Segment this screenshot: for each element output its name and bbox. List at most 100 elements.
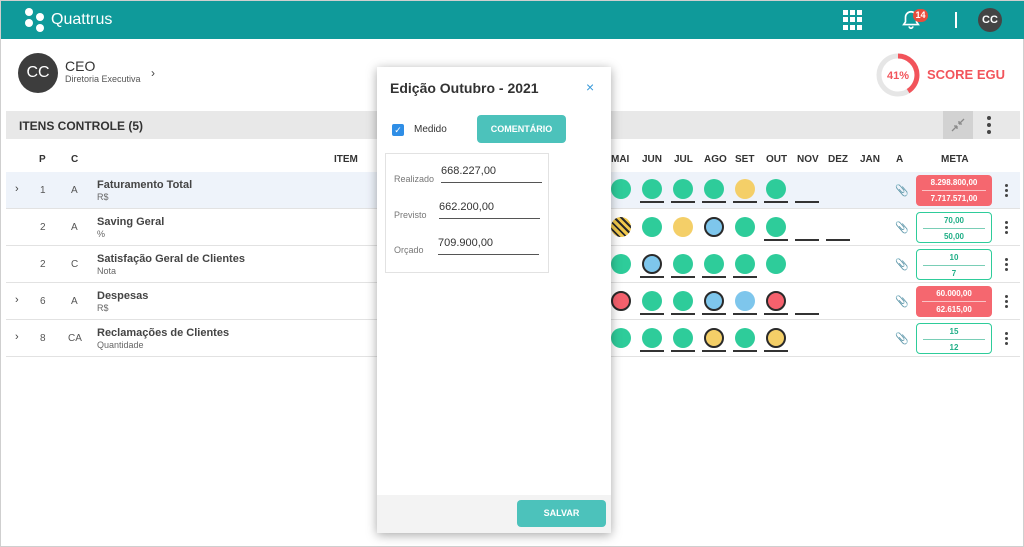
paperclip-icon[interactable]: 📎 bbox=[895, 332, 909, 345]
underline-marker bbox=[733, 276, 757, 278]
underline-marker bbox=[640, 350, 664, 352]
status-dot[interactable] bbox=[735, 217, 755, 237]
status-dot[interactable] bbox=[642, 328, 662, 348]
underline-marker bbox=[764, 313, 788, 315]
meta-badge: 70,00 50,00 bbox=[916, 212, 992, 243]
meta-target: 70,00 bbox=[943, 216, 965, 225]
user-avatar[interactable]: CC bbox=[978, 8, 1002, 32]
underline-marker bbox=[671, 201, 695, 203]
row-item-name[interactable]: Saving Geral bbox=[97, 216, 164, 228]
realizado-input[interactable]: 668.227,00 bbox=[441, 165, 496, 177]
row-class: C bbox=[71, 259, 79, 270]
row-item-name[interactable]: Despesas bbox=[97, 290, 148, 302]
status-dot[interactable] bbox=[766, 328, 786, 348]
values-panel: Realizado 668.227,00 Previsto 662.200,00… bbox=[385, 153, 549, 273]
row-more-icon[interactable] bbox=[1005, 332, 1009, 347]
status-dot[interactable] bbox=[704, 254, 724, 274]
meta-divider bbox=[923, 339, 985, 340]
status-dot[interactable] bbox=[642, 291, 662, 311]
meta-badge: 15 12 bbox=[916, 323, 992, 354]
row-class: CA bbox=[68, 333, 82, 344]
header-month-jun: JUN bbox=[642, 154, 663, 165]
underline-marker bbox=[640, 313, 664, 315]
paperclip-icon[interactable]: 📎 bbox=[895, 258, 909, 271]
paperclip-icon[interactable]: 📎 bbox=[895, 184, 909, 197]
row-more-icon[interactable] bbox=[1005, 258, 1009, 273]
status-dot[interactable] bbox=[673, 291, 693, 311]
status-dot[interactable] bbox=[704, 179, 724, 199]
collapse-button[interactable] bbox=[943, 111, 973, 139]
paperclip-icon[interactable]: 📎 bbox=[895, 295, 909, 308]
chevron-right-icon[interactable]: › bbox=[151, 66, 155, 80]
close-icon[interactable]: × bbox=[586, 79, 594, 95]
status-dot[interactable] bbox=[766, 291, 786, 311]
status-dot[interactable] bbox=[642, 217, 662, 237]
status-dot[interactable] bbox=[735, 179, 755, 199]
row-item-name[interactable]: Faturamento Total bbox=[97, 179, 192, 191]
status-dot[interactable] bbox=[642, 254, 662, 274]
meta-badge: 60.000,00 62.615,00 bbox=[916, 286, 992, 317]
header-p: P bbox=[39, 154, 46, 165]
chevron-right-icon[interactable]: › bbox=[15, 331, 19, 343]
meta-divider bbox=[923, 228, 985, 229]
meta-target: 10 bbox=[949, 253, 959, 262]
orcado-input[interactable]: 709.900,00 bbox=[438, 237, 493, 249]
header-month-nov: NOV bbox=[797, 154, 819, 165]
status-dot[interactable] bbox=[611, 217, 631, 237]
status-dot[interactable] bbox=[673, 254, 693, 274]
status-dot[interactable] bbox=[611, 254, 631, 274]
status-dot[interactable] bbox=[673, 217, 693, 237]
row-class: A bbox=[71, 222, 78, 233]
row-item-unit: % bbox=[97, 229, 106, 239]
row-more-icon[interactable] bbox=[1005, 221, 1009, 236]
status-dot[interactable] bbox=[673, 328, 693, 348]
row-item-name[interactable]: Satisfação Geral de Clientes bbox=[97, 253, 245, 265]
status-dot[interactable] bbox=[673, 179, 693, 199]
status-dot[interactable] bbox=[611, 291, 631, 311]
paperclip-icon[interactable]: 📎 bbox=[895, 221, 909, 234]
status-dot[interactable] bbox=[735, 291, 755, 311]
status-dot[interactable] bbox=[766, 179, 786, 199]
meta-target: 8.298.800,00 bbox=[930, 178, 978, 187]
meta-divider bbox=[922, 190, 986, 191]
save-button[interactable]: SALVAR bbox=[517, 500, 606, 527]
row-more-icon[interactable] bbox=[1005, 184, 1009, 199]
status-dot[interactable] bbox=[704, 328, 724, 348]
row-item-unit: Quantidade bbox=[97, 340, 144, 350]
chevron-right-icon[interactable]: › bbox=[15, 294, 19, 306]
header-month-dez: DEZ bbox=[828, 154, 848, 165]
meta-divider bbox=[923, 265, 985, 266]
underline-marker bbox=[733, 313, 757, 315]
status-dot[interactable] bbox=[611, 179, 631, 199]
status-dot[interactable] bbox=[611, 328, 631, 348]
status-dot[interactable] bbox=[766, 217, 786, 237]
row-more-icon[interactable] bbox=[1005, 295, 1009, 310]
comment-button[interactable]: COMENTÁRIO bbox=[477, 115, 566, 143]
status-dot[interactable] bbox=[642, 179, 662, 199]
status-dot[interactable] bbox=[766, 254, 786, 274]
underline-marker bbox=[702, 201, 726, 203]
status-dot[interactable] bbox=[704, 291, 724, 311]
brand-name: Quattrus bbox=[51, 11, 113, 28]
row-item-name[interactable]: Reclamações de Clientes bbox=[97, 327, 229, 339]
medido-checkbox[interactable]: ✓ bbox=[392, 124, 404, 136]
underline-marker bbox=[671, 276, 695, 278]
chevron-right-icon[interactable]: › bbox=[15, 183, 19, 195]
meta-actual: 7.717.571,00 bbox=[930, 194, 978, 203]
status-dot[interactable] bbox=[735, 254, 755, 274]
meta-badge: 10 7 bbox=[916, 249, 992, 280]
header-month-jul: JUL bbox=[674, 154, 693, 165]
apps-grid-icon[interactable] bbox=[843, 10, 863, 30]
profile-avatar[interactable]: CC bbox=[18, 53, 58, 93]
status-dot[interactable] bbox=[735, 328, 755, 348]
underline-marker bbox=[795, 313, 819, 315]
quattrus-logo-icon[interactable] bbox=[23, 8, 47, 32]
previsto-input[interactable]: 662.200,00 bbox=[439, 201, 494, 213]
meta-actual: 7 bbox=[951, 269, 957, 278]
more-options-icon[interactable] bbox=[987, 116, 991, 136]
realizado-underline bbox=[441, 182, 542, 183]
meta-target: 15 bbox=[949, 327, 959, 336]
medido-label: Medido bbox=[414, 124, 447, 135]
underline-marker bbox=[702, 350, 726, 352]
status-dot[interactable] bbox=[704, 217, 724, 237]
